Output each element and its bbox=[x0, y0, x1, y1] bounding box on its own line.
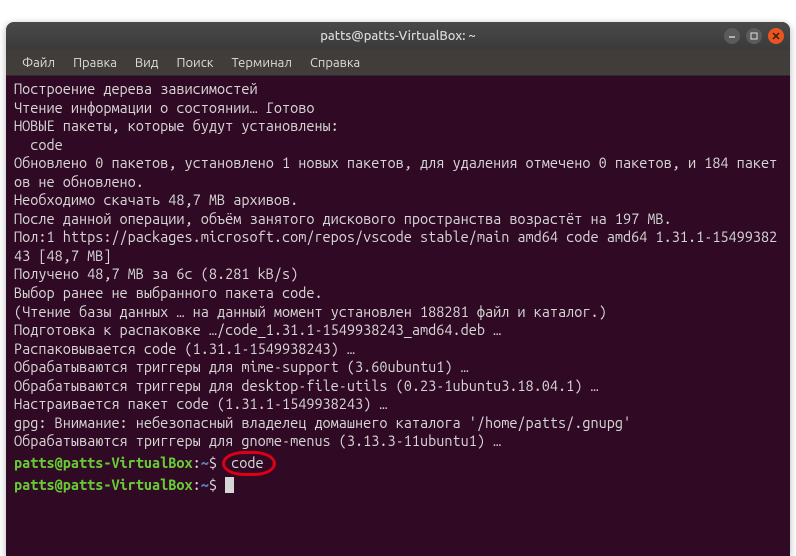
menubar: Файл Правка Вид Поиск Терминал Справка bbox=[6, 50, 790, 76]
highlight-oval: code bbox=[222, 451, 275, 477]
menu-edit[interactable]: Правка bbox=[65, 53, 125, 73]
minimize-button[interactable] bbox=[724, 28, 740, 44]
output-line: Пол:1 https://packages.microsoft.com/rep… bbox=[14, 228, 782, 265]
prompt-userhost: patts@patts-VirtualBox bbox=[14, 454, 193, 471]
menu-file[interactable]: Файл bbox=[14, 53, 63, 73]
prompt-path: ~ bbox=[201, 476, 209, 493]
maximize-button[interactable] bbox=[746, 28, 762, 44]
prompt-userhost: patts@patts-VirtualBox bbox=[14, 476, 193, 493]
terminal-window: patts@patts-VirtualBox: ~ Файл Правка Ви… bbox=[6, 22, 790, 556]
output-line: НОВЫЕ пакеты, которые будут установлены: bbox=[14, 117, 782, 136]
prompt-dollar: $ bbox=[209, 476, 217, 493]
output-line: Распаковывается code (1.31.1-1549938243)… bbox=[14, 340, 782, 359]
close-button[interactable] bbox=[768, 28, 784, 44]
output-line: Подготовка к распаковке …/code_1.31.1-15… bbox=[14, 321, 782, 340]
titlebar: patts@patts-VirtualBox: ~ bbox=[6, 22, 790, 50]
output-line: gpg: Внимание: небезопасный владелец дом… bbox=[14, 414, 782, 433]
prompt-path: ~ bbox=[201, 454, 209, 471]
output-line: Выбор ранее не выбранного пакета code. bbox=[14, 284, 782, 303]
prompt-sep: : bbox=[193, 476, 201, 493]
prompt-line: patts@patts-VirtualBox:~$ code bbox=[14, 451, 782, 477]
output-line: Обрабатываются триггеры для mime-support… bbox=[14, 358, 782, 377]
output-line: Обновлено 0 пакетов, установлено 1 новых… bbox=[14, 154, 782, 191]
output-line: Настраивается пакет code (1.31.1-1549938… bbox=[14, 395, 782, 414]
window-title: patts@patts-VirtualBox: ~ bbox=[320, 29, 476, 43]
prompt-dollar: $ bbox=[209, 454, 217, 471]
output-line: Обрабатываются триггеры для gnome-menus … bbox=[14, 432, 782, 451]
menu-terminal[interactable]: Терминал bbox=[223, 53, 299, 73]
window-controls bbox=[724, 28, 784, 44]
output-line: Построение дерева зависимостей bbox=[14, 80, 782, 99]
prompt-line: patts@patts-VirtualBox:~$ bbox=[14, 476, 782, 495]
menu-search[interactable]: Поиск bbox=[168, 53, 221, 73]
menu-help[interactable]: Справка bbox=[302, 53, 368, 73]
output-line: Чтение информации о состоянии… Готово bbox=[14, 99, 782, 118]
prompt-sep: : bbox=[193, 454, 201, 471]
terminal-body[interactable]: Построение дерева зависимостей Чтение ин… bbox=[6, 76, 790, 556]
output-line: code bbox=[14, 136, 782, 155]
output-line: Обрабатываются триггеры для desktop-file… bbox=[14, 377, 782, 396]
output-line: Получено 48,7 MB за 6с (8.281 kB/s) bbox=[14, 265, 782, 284]
cursor bbox=[225, 477, 234, 493]
output-line: После данной операции, объём занятого ди… bbox=[14, 210, 782, 229]
maximize-icon bbox=[750, 32, 758, 40]
close-icon bbox=[772, 32, 780, 40]
menu-view[interactable]: Вид bbox=[127, 53, 167, 73]
minimize-icon bbox=[728, 32, 736, 40]
command-text: code bbox=[231, 454, 263, 471]
output-line: Необходимо скачать 48,7 MB архивов. bbox=[14, 191, 782, 210]
output-line: (Чтение базы данных … на данный момент у… bbox=[14, 303, 782, 322]
